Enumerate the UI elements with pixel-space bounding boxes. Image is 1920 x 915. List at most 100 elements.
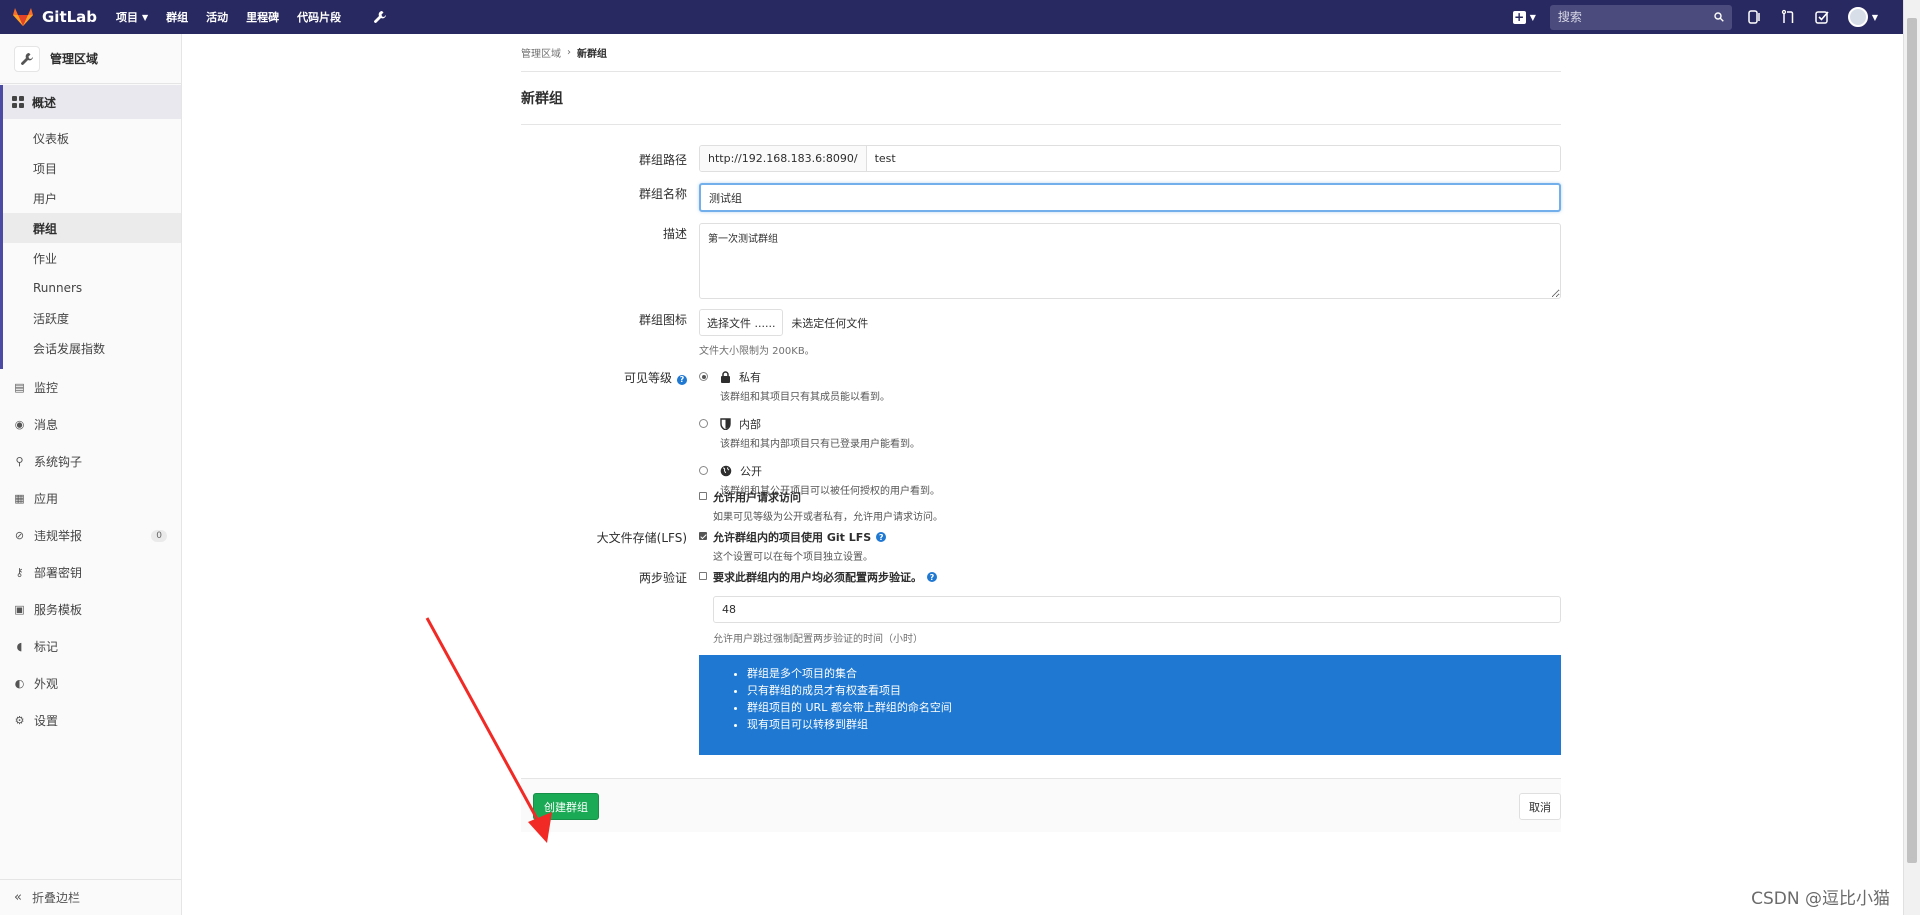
gitlab-tanuki-icon	[13, 8, 33, 26]
scrollbar-thumb[interactable]	[1907, 18, 1917, 863]
gitlab-logo[interactable]: GitLab	[12, 7, 104, 27]
form-actions: 创建群组 取消	[521, 778, 1561, 832]
public-title: 公开	[740, 465, 762, 478]
grace-period-help: 允许用户跳过强制配置两步验证的时间（小时）	[713, 634, 923, 645]
todo-icon[interactable]	[1814, 9, 1830, 25]
internal-radio[interactable]	[699, 419, 708, 428]
lock-icon	[721, 371, 730, 383]
lfs-label: 大文件存储(LFS)	[596, 531, 687, 545]
double-chevron-left-icon: «	[14, 890, 22, 905]
hook-icon: ⚲	[15, 455, 24, 468]
lfs-checkbox[interactable]	[699, 532, 707, 540]
nav-projects-label: 项目	[116, 11, 138, 24]
overview-grid-icon	[12, 96, 24, 108]
sidebar-group-label: 概述	[32, 95, 57, 110]
admin-wrench-icon[interactable]	[373, 10, 387, 24]
grace-period-input[interactable]	[713, 596, 1561, 623]
sidebar-item-label: 部署密钥	[34, 566, 83, 580]
nav-groups[interactable]: 群组	[166, 9, 188, 25]
monitor-icon: ▤	[14, 381, 25, 394]
sidebar-item-monitoring[interactable]: ▤ 监控	[0, 369, 181, 406]
merge-request-icon[interactable]	[1780, 9, 1796, 25]
breadcrumb-current[interactable]: 新群组	[577, 45, 607, 60]
sidebar-subitem-users[interactable]: 用户	[3, 183, 181, 213]
group-path-label: 群组路径	[638, 153, 687, 167]
sidebar-subitem-runners[interactable]: Runners	[3, 273, 181, 303]
two-factor-option[interactable]: 要求此群组内的用户均必须配置两步验证。?	[699, 569, 937, 585]
internal-desc: 该群组和其内部项目只有已登录用户能看到。	[720, 439, 920, 450]
sidebar-item-label: 应用	[34, 492, 59, 506]
chevron-down-icon: ▼	[142, 12, 149, 22]
sidebar-subitem-groups[interactable]: 群组	[3, 213, 181, 243]
sidebar-subitem-dashboard[interactable]: 仪表板	[3, 123, 181, 153]
private-title: 私有	[739, 371, 761, 384]
visibility-option-internal[interactable]: 内部 该群组和其内部项目只有已登录用户能看到。	[699, 416, 940, 450]
search-input[interactable]	[1557, 10, 1714, 24]
sidebar-item-settings[interactable]: ⚙ 设置	[0, 702, 181, 739]
cancel-button[interactable]: 取消	[1519, 793, 1561, 820]
visibility-option-private[interactable]: 私有 该群组和其项目只有其成员能以看到。	[699, 369, 940, 403]
plus-square-icon: +	[1512, 9, 1526, 24]
apps-icon: ▦	[14, 492, 25, 505]
main-content: 管理区域 › 新群组 新群组 群组路径 http://192.168.183.6…	[521, 34, 1561, 832]
broadcast-icon: ◉	[14, 418, 25, 431]
sidebar-item-deploy-keys[interactable]: ⚷ 部署密钥	[0, 554, 181, 591]
visibility-label: 可见等级?	[624, 369, 687, 386]
sidebar-item-labels[interactable]: ◖ 标记	[0, 628, 181, 665]
sidebar-subitem-jobs[interactable]: 作业	[3, 243, 181, 273]
file-size-help: 文件大小限制为 200KB。	[699, 346, 815, 357]
page-title: 新群组	[521, 72, 1561, 125]
chevron-down-icon: ▼	[1529, 12, 1536, 22]
sidebar-subitem-projects[interactable]: 项目	[3, 153, 181, 183]
sidebar-header[interactable]: 管理区域	[0, 34, 181, 84]
private-desc: 该群组和其项目只有其成员能以看到。	[720, 392, 890, 403]
sidebar-item-messages[interactable]: ◉ 消息	[0, 406, 181, 443]
lfs-title: 允许群组内的项目使用 Git LFS	[713, 531, 872, 544]
sidebar-subitem-activity[interactable]: 活跃度	[3, 303, 181, 333]
nav-activity[interactable]: 活动	[206, 9, 228, 25]
collapse-sidebar-button[interactable]: « 折叠边栏	[0, 879, 181, 915]
top-navbar: GitLab 项目 ▼ 群组 活动 里程碑 代码片段 + ▼ ▼	[0, 0, 1920, 34]
nav-milestones[interactable]: 里程碑	[246, 9, 279, 25]
two-factor-checkbox[interactable]	[699, 572, 707, 580]
lfs-desc: 这个设置可以在每个项目独立设置。	[713, 552, 873, 563]
help-icon[interactable]: ?	[876, 532, 887, 542]
sidebar-subitem-devops-score[interactable]: 会话发展指数	[3, 333, 181, 363]
private-radio[interactable]	[699, 372, 708, 381]
abuse-report-icon: ⊘	[14, 529, 25, 542]
sidebar-item-abuse-reports[interactable]: ⊘ 违规举报 0	[0, 517, 181, 554]
breadcrumb: 管理区域 › 新群组	[521, 34, 1561, 72]
request-access-checkbox[interactable]	[699, 492, 707, 500]
help-icon[interactable]: ?	[927, 572, 937, 582]
page-scrollbar[interactable]	[1903, 0, 1920, 915]
request-access-option[interactable]: 允许用户请求访问 如果可见等级为公开或者私有，允许用户请求访问。	[699, 489, 943, 523]
help-icon[interactable]: ?	[677, 374, 687, 385]
sidebar-item-appearance[interactable]: ◐ 外观	[0, 665, 181, 702]
group-path-input[interactable]	[866, 146, 1560, 171]
group-name-input[interactable]	[699, 183, 1561, 212]
sidebar-item-hooks[interactable]: ⚲ 系统钩子	[0, 443, 181, 480]
description-textarea[interactable]: 第一次测试群组	[699, 223, 1561, 299]
sidebar-item-applications[interactable]: ▦ 应用	[0, 480, 181, 517]
group-name-label: 群组名称	[638, 187, 687, 201]
sidebar-item-overview[interactable]: 概述	[3, 85, 181, 119]
sidebar-item-label: 违规举报	[34, 529, 83, 543]
new-dropdown-button[interactable]: + ▼	[1512, 9, 1536, 24]
choose-file-button[interactable]: 选择文件 ......	[699, 309, 784, 336]
public-radio[interactable]	[699, 466, 708, 475]
two-factor-label: 两步验证	[638, 571, 687, 585]
nav-projects[interactable]: 项目 ▼	[116, 9, 148, 25]
sidebar-item-service-templates[interactable]: ▣ 服务模板	[0, 591, 181, 628]
lfs-option[interactable]: 允许群组内的项目使用 Git LFS? 这个设置可以在每个项目独立设置。	[699, 529, 887, 563]
breadcrumb-parent[interactable]: 管理区域	[521, 45, 561, 60]
description-label: 描述	[662, 227, 687, 241]
create-group-button[interactable]: 创建群组	[533, 793, 599, 820]
info-item: 群组项目的 URL 都会带上群组的命名空间	[747, 699, 1561, 716]
globe-icon	[720, 465, 732, 477]
issues-icon[interactable]	[1746, 9, 1762, 25]
group-path-input-group: http://192.168.183.6:8090/	[699, 145, 1561, 172]
nav-snippets[interactable]: 代码片段	[297, 9, 341, 25]
sidebar-item-label: 设置	[34, 714, 59, 728]
user-menu[interactable]: ▼	[1847, 7, 1878, 27]
search-box[interactable]	[1549, 4, 1732, 30]
